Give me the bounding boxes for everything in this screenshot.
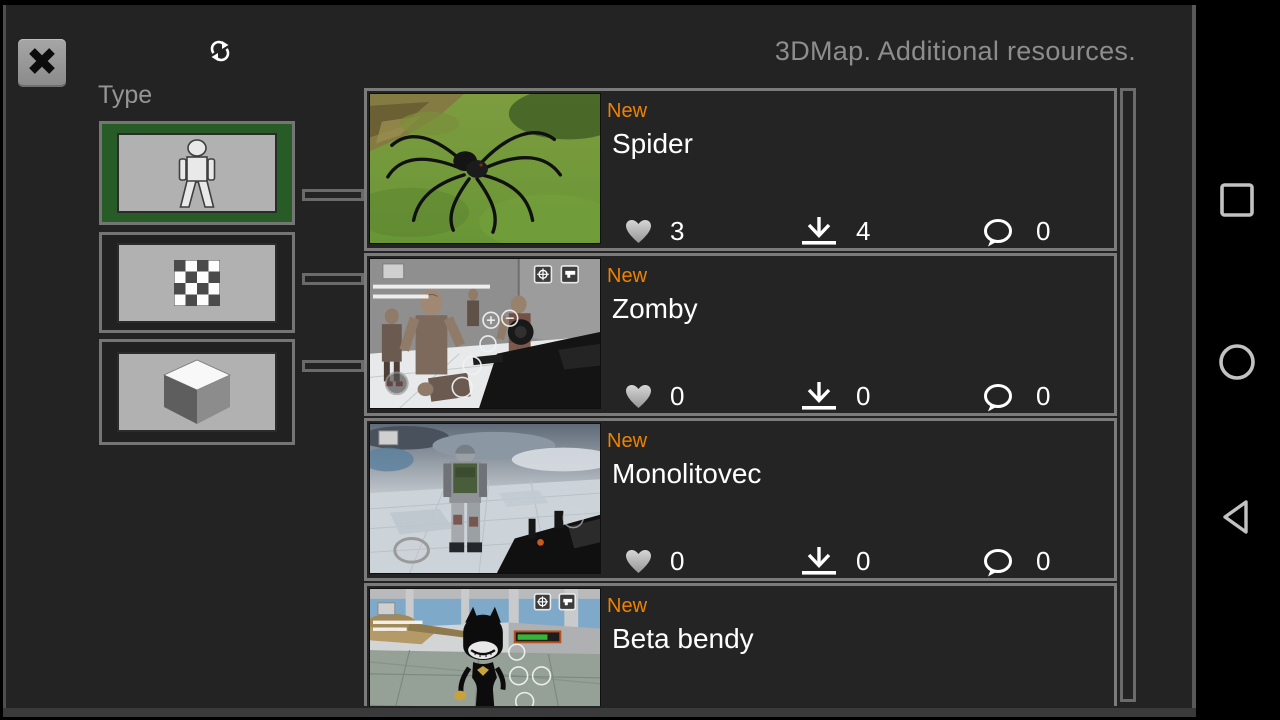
- downloads-count: 0: [856, 381, 871, 411]
- new-badge: New: [607, 595, 648, 617]
- download-icon[interactable]: [801, 381, 837, 412]
- back-button[interactable]: [1218, 498, 1256, 536]
- resource-title: Beta bendy: [612, 623, 754, 654]
- resource-title: Spider: [612, 128, 693, 159]
- beta-bendy-thumbnail: [369, 588, 601, 706]
- new-badge: New: [607, 100, 648, 122]
- close-icon: [27, 46, 57, 81]
- download-icon[interactable]: [801, 216, 837, 247]
- type-button-model[interactable]: [99, 339, 295, 445]
- monolitovec-thumbnail: [369, 423, 601, 574]
- heart-icon[interactable]: [625, 384, 652, 410]
- android-nav-bar: [1196, 0, 1280, 720]
- likes-count: 0: [670, 381, 685, 411]
- circle-icon: [1218, 344, 1256, 385]
- beta-bendy-scene-illustration: [370, 589, 600, 706]
- triangle-left-icon: [1218, 500, 1256, 540]
- home-button[interactable]: [1218, 343, 1256, 381]
- downloads-count: 4: [856, 216, 871, 246]
- download-icon[interactable]: [801, 546, 837, 577]
- likes-count: 3: [670, 216, 685, 246]
- panel-border-bottom: [3, 708, 1196, 717]
- comment-icon[interactable]: [983, 384, 1013, 412]
- new-badge: New: [607, 430, 648, 452]
- resource-title: Monolitovec: [612, 458, 762, 489]
- connector-line: [302, 360, 364, 372]
- square-icon: [1218, 183, 1256, 223]
- person-icon: [117, 133, 277, 213]
- zomby-scene-illustration: [370, 259, 600, 408]
- list-scrollbar[interactable]: [1120, 88, 1136, 702]
- cube-icon: [117, 352, 277, 432]
- resource-card-zomby[interactable]: New Zomby 0 0 0: [364, 253, 1117, 416]
- comments-count: 0: [1036, 546, 1051, 576]
- spider-scene-illustration: [370, 94, 600, 243]
- heart-icon[interactable]: [625, 219, 652, 245]
- resource-card-monolitovec[interactable]: New Monolitovec 0 0 0: [364, 418, 1117, 581]
- refresh-button[interactable]: [208, 40, 232, 62]
- comments-count: 0: [1036, 381, 1051, 411]
- comment-icon[interactable]: [983, 219, 1013, 247]
- connector-line: [302, 189, 364, 201]
- refresh-icon: [208, 40, 232, 66]
- comments-count: 0: [1036, 216, 1051, 246]
- type-button-texture[interactable]: [99, 232, 295, 333]
- resource-list: New Spider 3 4 0 New Zomby 0 0 0 New Mon…: [364, 88, 1120, 706]
- checkerboard-icon: [117, 242, 277, 323]
- connector-line: [302, 273, 364, 285]
- resource-card-beta-bendy[interactable]: New Beta bendy: [364, 583, 1117, 706]
- comment-icon[interactable]: [983, 549, 1013, 577]
- resource-title: Zomby: [612, 293, 698, 324]
- type-button-character[interactable]: [99, 121, 295, 225]
- heart-icon[interactable]: [625, 549, 652, 575]
- close-button[interactable]: [18, 39, 66, 87]
- recents-button[interactable]: [1218, 181, 1256, 219]
- type-filter-label: Type: [98, 81, 153, 109]
- new-badge: New: [607, 265, 648, 287]
- downloads-count: 0: [856, 546, 871, 576]
- page-title: 3DMap. Additional resources.: [774, 36, 1136, 66]
- likes-count: 0: [670, 546, 685, 576]
- resource-card-spider[interactable]: New Spider 3 4 0: [364, 88, 1117, 251]
- panel-border-left: [3, 5, 6, 717]
- zomby-thumbnail: [369, 258, 601, 409]
- monolitovec-scene-illustration: [370, 424, 600, 573]
- spider-thumbnail: [369, 93, 601, 244]
